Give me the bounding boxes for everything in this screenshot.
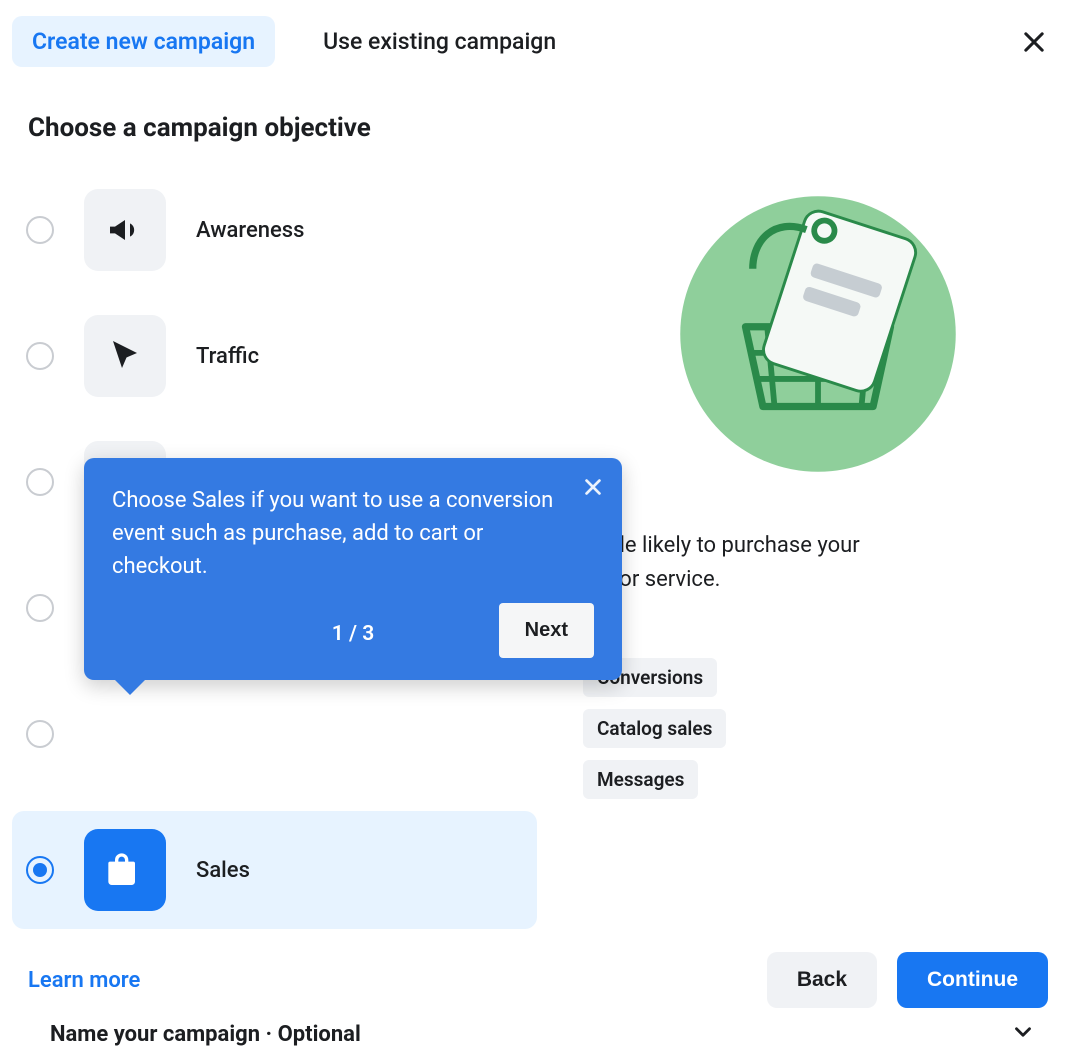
back-button[interactable]: Back <box>767 952 877 1008</box>
name-campaign-label: Name your campaign · Optional <box>50 1022 361 1047</box>
objective-sales[interactable]: Sales <box>12 811 537 929</box>
radio[interactable] <box>26 216 54 244</box>
section-title: Choose a campaign objective <box>28 113 1052 143</box>
radio[interactable] <box>26 468 54 496</box>
good-for-label: for: <box>583 619 1052 644</box>
tab-use-existing-campaign[interactable]: Use existing campaign <box>303 16 576 67</box>
radio[interactable] <box>26 342 54 370</box>
learn-more-link[interactable]: Learn more <box>28 968 140 993</box>
chevron-down-icon <box>1010 1019 1036 1049</box>
sales-illustration <box>673 189 963 479</box>
bullhorn-icon <box>84 189 166 271</box>
good-for-pill: Catalog sales <box>583 709 726 748</box>
tab-create-new-campaign[interactable]: Create new campaign <box>12 16 275 67</box>
objective-hidden-2[interactable] <box>12 685 537 783</box>
radio[interactable] <box>26 594 54 622</box>
close-icon[interactable] <box>582 476 604 502</box>
objective-label: Traffic <box>196 344 259 369</box>
continue-button[interactable]: Continue <box>897 952 1048 1008</box>
detail-description: eople likely to purchase your uct or ser… <box>583 529 1052 597</box>
cursor-icon <box>84 315 166 397</box>
dialog-footer: Learn more Back Continue <box>28 952 1048 1008</box>
objective-traffic[interactable]: Traffic <box>12 307 537 405</box>
radio[interactable] <box>26 856 54 884</box>
good-for-list: Conversions Catalog sales Messages <box>583 658 1052 799</box>
objective-label: Sales <box>196 858 250 883</box>
tooltip-next-button[interactable]: Next <box>499 603 594 658</box>
objective-awareness[interactable]: Awareness <box>12 181 537 279</box>
bag-icon <box>84 829 166 911</box>
name-campaign-toggle[interactable]: Name your campaign · Optional <box>12 1019 1052 1049</box>
tooltip-text: Choose Sales if you want to use a conver… <box>112 484 594 583</box>
detail-heading-fragment: s <box>583 499 1052 529</box>
radio[interactable] <box>26 720 54 748</box>
campaign-mode-tabs: Create new campaign Use existing campaig… <box>12 0 1052 67</box>
coach-tooltip: Choose Sales if you want to use a conver… <box>84 458 622 680</box>
tooltip-step-counter: 1 / 3 <box>332 622 374 646</box>
tooltip-arrow <box>114 679 146 695</box>
desc-fragment: likely to purchase your <box>637 533 860 558</box>
objective-label: Awareness <box>196 218 304 243</box>
good-for-pill: Messages <box>583 760 698 799</box>
close-icon[interactable] <box>1020 28 1048 60</box>
